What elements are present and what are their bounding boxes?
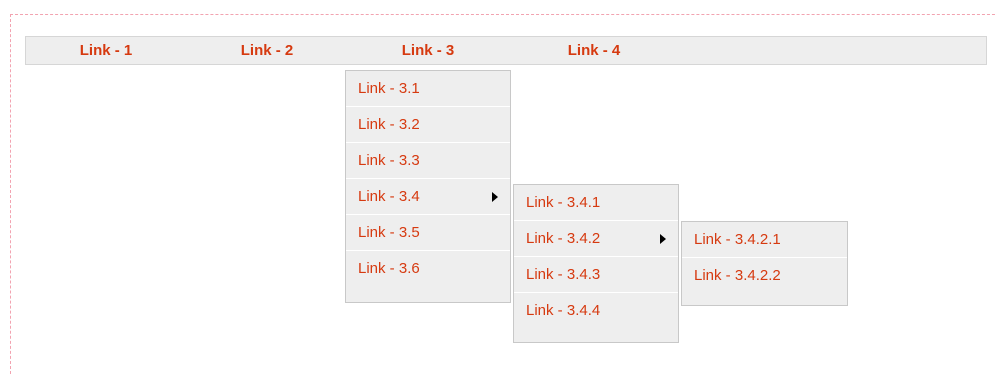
submenu-item-label: Link - 3.4.2.1 bbox=[694, 231, 781, 248]
submenu-item-link-3-4-1[interactable]: Link - 3.4.1 bbox=[514, 185, 678, 221]
submenu-item-link-3-4-2-2[interactable]: Link - 3.4.2.2 bbox=[682, 258, 847, 294]
submenu-item-label: Link - 3.4.2.2 bbox=[694, 267, 781, 284]
submenu-link-3: Link - 3.1 Link - 3.2 Link - 3.3 Link - … bbox=[345, 70, 511, 303]
submenu-item-link-3-3[interactable]: Link - 3.3 bbox=[346, 143, 510, 179]
submenu-item-link-3-6[interactable]: Link - 3.6 bbox=[346, 251, 510, 287]
submenu-item-label: Link - 3.4.3 bbox=[526, 266, 601, 283]
submenu-item-link-3-1[interactable]: Link - 3.1 bbox=[346, 71, 510, 107]
submenu-item-label: Link - 3.3 bbox=[358, 152, 420, 169]
submenu-item-label: Link - 3.4.1 bbox=[526, 194, 601, 211]
submenu-item-label: Link - 3.4.2 bbox=[526, 230, 601, 247]
submenu-item-label: Link - 3.4 bbox=[358, 188, 420, 205]
submenu-link-3-4: Link - 3.4.1 Link - 3.4.2 Link - 3.4.3 L… bbox=[513, 184, 679, 343]
menu-item-link-3[interactable]: Link - 3 bbox=[378, 37, 478, 64]
submenu-item-link-3-4[interactable]: Link - 3.4 bbox=[346, 179, 510, 215]
submenu-item-link-3-4-4[interactable]: Link - 3.4.4 bbox=[514, 293, 678, 329]
submenu-item-label: Link - 3.1 bbox=[358, 80, 420, 97]
submenu-item-label: Link - 3.4.4 bbox=[526, 302, 601, 319]
submenu-item-label: Link - 3.2 bbox=[358, 116, 420, 133]
submenu-item-link-3-4-2[interactable]: Link - 3.4.2 bbox=[514, 221, 678, 257]
submenu-item-label: Link - 3.5 bbox=[358, 224, 420, 241]
submenu-item-link-3-4-3[interactable]: Link - 3.4.3 bbox=[514, 257, 678, 293]
menu-bar: Link - 1 Link - 2 Link - 3 Link - 4 bbox=[25, 36, 987, 65]
submenu-item-link-3-5[interactable]: Link - 3.5 bbox=[346, 215, 510, 251]
menu-item-link-2[interactable]: Link - 2 bbox=[217, 37, 317, 64]
submenu-item-link-3-4-2-1[interactable]: Link - 3.4.2.1 bbox=[682, 222, 847, 258]
caret-right-icon bbox=[492, 192, 498, 202]
submenu-item-link-3-2[interactable]: Link - 3.2 bbox=[346, 107, 510, 143]
menu-item-link-1[interactable]: Link - 1 bbox=[56, 37, 156, 64]
submenu-item-label: Link - 3.6 bbox=[358, 260, 420, 277]
caret-right-icon bbox=[660, 234, 666, 244]
submenu-link-3-4-2: Link - 3.4.2.1 Link - 3.4.2.2 bbox=[681, 221, 848, 306]
menu-item-link-4[interactable]: Link - 4 bbox=[544, 37, 644, 64]
